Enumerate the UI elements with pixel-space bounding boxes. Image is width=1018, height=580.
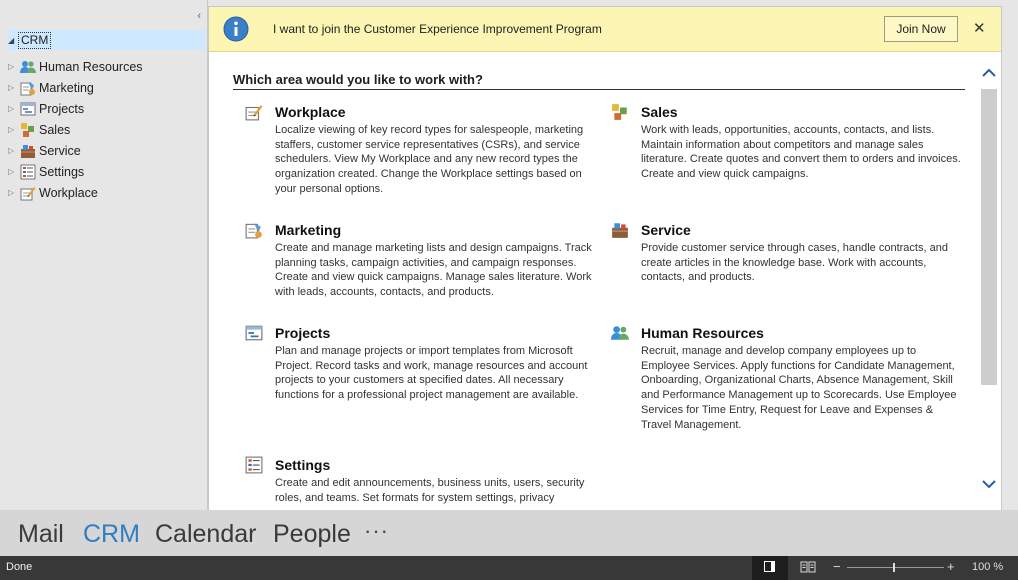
nav-tree: ▷ Human Resources ▷ Marketing ▷ Projects… — [8, 56, 143, 203]
join-now-button[interactable]: Join Now — [884, 16, 958, 42]
nav-item-projects[interactable]: ▷ Projects — [8, 98, 143, 119]
status-text: Done — [6, 561, 33, 573]
app-tab-mail[interactable]: Mail — [18, 520, 64, 548]
settings-icon — [20, 164, 36, 180]
area-card-projects: Projects Plan and manage projects or imp… — [245, 324, 587, 444]
expanded-triangle-icon[interactable]: ◢ — [8, 36, 18, 45]
info-message: I want to join the Customer Experience I… — [273, 22, 602, 36]
nav-item-settings[interactable]: ▷ Settings — [8, 161, 143, 182]
collapsed-triangle-icon[interactable]: ▷ — [8, 83, 20, 92]
vertical-scrollbar[interactable] — [979, 63, 999, 503]
area-card-workplace: Workplace Localize viewing of key record… — [245, 103, 583, 213]
info-bar: I want to join the Customer Experience I… — [209, 7, 1001, 52]
status-bar: Done − + 100 % — [0, 556, 1018, 580]
nav-item-label: Settings — [39, 164, 85, 179]
reading-view-icon[interactable] — [800, 560, 816, 577]
page-heading: Which area would you like to work with? — [233, 72, 965, 90]
nav-item-human-resources[interactable]: ▷ Human Resources — [8, 56, 143, 77]
collapsed-triangle-icon[interactable]: ▷ — [8, 62, 20, 71]
scrollbar-thumb[interactable] — [981, 89, 997, 385]
area-description: Recruit, manage and develop company empl… — [641, 345, 957, 431]
area-card-human-resources: Human Resources Recruit, manage and deve… — [611, 324, 957, 454]
nav-item-label: Service — [39, 143, 81, 158]
area-description: Work with leads, opportunities, accounts… — [641, 124, 961, 181]
normal-view-icon[interactable] — [752, 556, 788, 580]
settings-icon — [245, 456, 263, 474]
nav-item-label: Sales — [39, 122, 71, 137]
collapsed-triangle-icon[interactable]: ▷ — [8, 125, 20, 134]
area-title-sales[interactable]: Sales — [641, 104, 678, 120]
area-description: Localize viewing of key record types for… — [275, 124, 584, 195]
navigation-pane: ‹ ◢ CRM ▷ Human Resources ▷ Marketing ▷ … — [0, 0, 208, 510]
nav-item-label: Human Resources — [39, 59, 143, 74]
area-card-marketing: Marketing Create and manage marketing li… — [245, 221, 592, 321]
sales-icon — [20, 122, 36, 138]
nav-item-label: Marketing — [39, 80, 94, 95]
area-title-human-resources[interactable]: Human Resources — [641, 325, 764, 341]
sales-icon — [611, 103, 629, 121]
area-title-projects[interactable]: Projects — [275, 325, 330, 341]
zoom-slider[interactable] — [847, 567, 944, 568]
zoom-in-button[interactable]: + — [947, 559, 955, 574]
nav-item-marketing[interactable]: ▷ Marketing — [8, 77, 143, 98]
collapsed-triangle-icon[interactable]: ▷ — [8, 104, 20, 113]
service-icon — [20, 143, 36, 159]
area-title-marketing[interactable]: Marketing — [275, 222, 341, 238]
close-icon[interactable]: ✕ — [973, 19, 986, 37]
app-tab-crm[interactable]: CRM — [83, 520, 140, 548]
nav-item-service[interactable]: ▷ Service — [8, 140, 143, 161]
zoom-out-button[interactable]: − — [833, 559, 841, 574]
projects-icon — [20, 101, 36, 117]
people-icon — [20, 59, 36, 75]
projects-icon — [245, 324, 263, 342]
area-card-settings: Settings Create and edit announcements, … — [245, 456, 584, 511]
workplace-icon — [245, 103, 263, 121]
service-icon — [611, 221, 629, 239]
area-description: Create and manage marketing lists and de… — [275, 242, 592, 299]
marketing-icon — [245, 221, 263, 239]
more-options-icon[interactable]: ··· — [364, 518, 389, 544]
nav-root-label: CRM — [18, 31, 52, 49]
collapsed-triangle-icon[interactable]: ▷ — [8, 167, 20, 176]
chevron-up-icon[interactable] — [982, 67, 996, 81]
app-switcher-bar: Mail CRM Calendar People ··· — [0, 510, 1018, 556]
app-tab-people[interactable]: People — [273, 520, 351, 548]
people-icon — [611, 324, 629, 342]
info-icon — [223, 16, 249, 45]
nav-item-workplace[interactable]: ▷ Workplace — [8, 182, 143, 203]
nav-item-label: Workplace — [39, 185, 98, 200]
nav-item-label: Projects — [39, 101, 85, 116]
area-card-service: Service Provide customer service through… — [611, 221, 948, 321]
collapse-pane-icon[interactable]: ‹ — [197, 10, 201, 22]
nav-item-sales[interactable]: ▷ Sales — [8, 119, 143, 140]
collapsed-triangle-icon[interactable]: ▷ — [8, 188, 20, 197]
area-title-settings[interactable]: Settings — [275, 457, 330, 473]
content-area: I want to join the Customer Experience I… — [208, 6, 1002, 511]
area-description: Provide customer service through cases, … — [641, 242, 948, 284]
nav-root-crm[interactable]: ◢ CRM — [8, 30, 205, 50]
area-title-service[interactable]: Service — [641, 222, 691, 238]
area-card-sales: Sales Work with leads, opportunities, ac… — [611, 103, 961, 213]
area-description: Plan and manage projects or import templ… — [275, 345, 588, 402]
zoom-level[interactable]: 100 % — [972, 561, 1003, 573]
area-title-workplace[interactable]: Workplace — [275, 104, 346, 120]
app-tab-calendar[interactable]: Calendar — [155, 520, 256, 548]
chevron-down-icon[interactable] — [982, 478, 996, 492]
workplace-icon — [20, 185, 36, 201]
collapsed-triangle-icon[interactable]: ▷ — [8, 146, 20, 155]
zoom-slider-thumb[interactable] — [893, 563, 895, 572]
area-description: Create and edit announcements, business … — [275, 477, 585, 504]
marketing-icon — [20, 80, 36, 96]
